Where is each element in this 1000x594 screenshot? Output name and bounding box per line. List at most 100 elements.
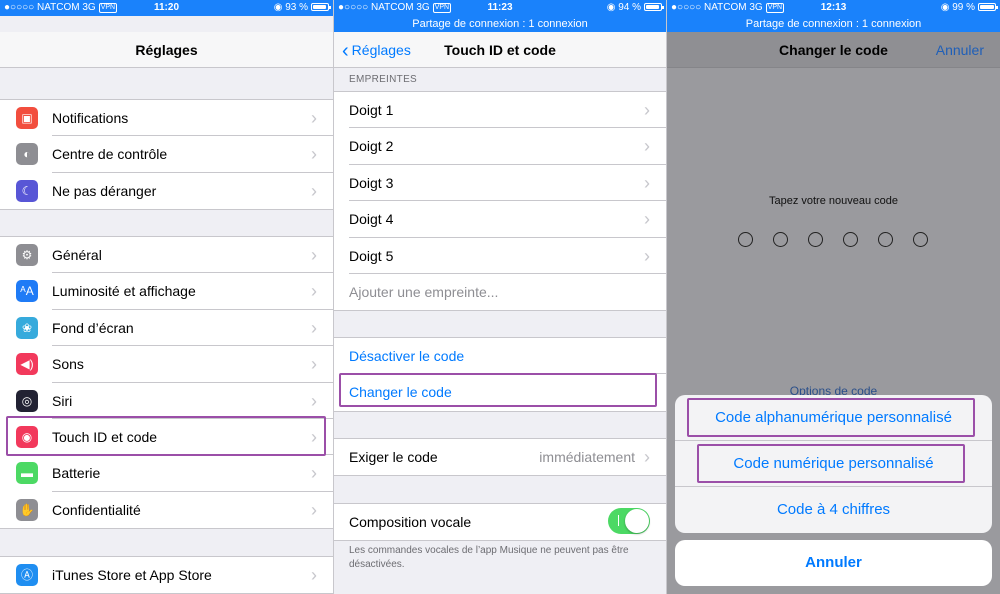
voice-dial-footnote: Les commandes vocales de l’app Musique n…: [349, 545, 629, 570]
settings-item-ne-pas-deranger[interactable]: ☾ Ne pas déranger ›: [0, 173, 333, 209]
sheet-option-label: Code à 4 chiffres: [776, 501, 891, 518]
fingerprint-label: Doigt 5: [349, 247, 394, 264]
passcode-dots: [738, 232, 928, 248]
battery-percent: 93 %: [285, 2, 308, 13]
fingerprint-item[interactable]: Doigt 1 ›: [334, 92, 666, 129]
notifications-icon: ▣: [16, 107, 38, 129]
chevron-right-icon: ›: [311, 108, 317, 128]
chevron-right-icon: ›: [311, 354, 317, 375]
passcode-dot: [878, 232, 893, 247]
hotspot-banner[interactable]: Partage de connexion : 1 connexion: [667, 16, 1000, 32]
settings-item-centre-de-controle[interactable]: ◐ Centre de contrôle ›: [0, 136, 333, 173]
navigation-bar: Réglages: [0, 32, 333, 68]
touch-id-panel: ●○○○○ NATCOM 3G VPN 11:23 ◉ 94 % Partage …: [334, 0, 666, 594]
settings-item-luminosite-et-affichage[interactable]: ᴬA Luminosité et affichage ›: [0, 273, 333, 310]
sheet-option-code-a-4-chiffres[interactable]: Code à 4 chiffres: [675, 487, 992, 533]
speaker-icon: ◀): [16, 353, 38, 376]
settings-item-itunes-store-et-app-store[interactable]: ⒶiTunes Store et App Store ›: [0, 557, 333, 593]
settings-item-general[interactable]: ⚙ Général ›: [0, 237, 333, 274]
voice-dial-row: Composition vocale: [334, 504, 666, 540]
chevron-right-icon: ›: [311, 426, 317, 447]
passcode-dot: [738, 232, 753, 247]
status-bar: ●○○○○ NATCOM 3G VPN 11:23 ◉ 94 % Partage …: [334, 0, 666, 32]
chevron-right-icon: ›: [311, 144, 317, 165]
disable-code-button[interactable]: Désactiver le code: [334, 338, 666, 375]
hand-icon: ✋: [16, 498, 38, 521]
battery-icon: [644, 3, 664, 11]
wallpaper-icon: ❀: [16, 316, 38, 339]
voice-dial-toggle[interactable]: [608, 508, 650, 534]
fingerprint-label: Doigt 2: [349, 138, 394, 155]
chevron-right-icon: ›: [311, 180, 317, 201]
alarm-icon: ◉: [940, 2, 950, 13]
settings-item-label: Notifications: [52, 110, 129, 126]
fingerprints-group: Doigt 1 › Doigt 2 › Doigt 3 › Doigt 4 › Doigt 5 ›…: [334, 91, 666, 312]
settings-group-stores: ⒶiTunes Store et App Store ›: [0, 556, 333, 594]
change-code-button[interactable]: Changer le code: [334, 374, 666, 410]
app-store-icon: Ⓐ: [16, 564, 38, 586]
fingerprint-icon: ◉: [16, 425, 38, 448]
chevron-right-icon: ›: [644, 245, 650, 266]
passcode-dot: [773, 232, 788, 247]
settings-item-batterie[interactable]: ▬ Batterie ›: [0, 455, 333, 492]
voice-dial-label: Composition vocale: [349, 514, 472, 530]
chevron-right-icon: ›: [644, 172, 650, 193]
chevron-right-icon: ›: [311, 281, 317, 302]
control-center-icon: ◐: [16, 143, 38, 166]
settings-item-label: Ne pas déranger: [52, 182, 157, 199]
settings-item-label: Général: [52, 247, 102, 263]
cancel-nav-button[interactable]: Annuler: [936, 32, 984, 68]
sheet-option-code-numerique-personnalise[interactable]: Code numérique personnalisé: [675, 441, 992, 487]
settings-panel: ●○○○○ NATCOM 3G VPN 11:20 ◉ 93 % Réglages…: [0, 0, 333, 594]
settings-item-siri[interactable]: ◎ Siri ›: [0, 383, 333, 419]
require-code-row[interactable]: Exiger le code immédiatement ›: [334, 439, 666, 475]
gear-icon: ⚙: [16, 244, 38, 266]
battery-icon: [978, 3, 998, 11]
chevron-right-icon: ›: [311, 390, 317, 411]
sheet-option-label: Code alphanumérique personnalisé: [715, 409, 952, 426]
settings-item-label: Centre de contrôle: [52, 146, 168, 163]
navigation-bar: ‹ Réglages Touch ID et code: [334, 32, 666, 68]
chevron-right-icon: ›: [644, 100, 650, 120]
chevron-right-icon: ›: [311, 245, 317, 265]
fingerprint-item[interactable]: Doigt 3 ›: [334, 165, 666, 202]
page-title: Réglages: [135, 42, 198, 58]
chevron-right-icon: ›: [311, 463, 317, 484]
settings-item-sons[interactable]: ◀) Sons ›: [0, 346, 333, 383]
settings-item-fond-d-ecran[interactable]: ❀ Fond d’écran ›: [0, 310, 333, 347]
status-bar: ●○○○○ NATCOM 3G VPN 11:20 ◉ 93 %: [0, 0, 333, 16]
require-code-label: Exiger le code: [349, 449, 438, 465]
disable-code-label: Désactiver le code: [349, 348, 465, 364]
require-code-value: immédiatement: [539, 449, 635, 465]
action-sheet-cancel-button[interactable]: Annuler: [675, 540, 992, 586]
fingerprint-item[interactable]: Doigt 4 ›: [334, 201, 666, 238]
fingerprint-item[interactable]: Doigt 2 ›: [334, 128, 666, 165]
fingerprint-item[interactable]: Doigt 5 ›: [334, 238, 666, 274]
battery-icon: [311, 3, 331, 11]
sheet-option-code-alphanumerique-personnalise[interactable]: Code alphanumérique personnalisé: [675, 395, 992, 441]
settings-item-touch-id-et-code[interactable]: ◉ Touch ID et code ›: [0, 419, 333, 456]
change-code-label: Changer le code: [349, 384, 452, 401]
settings-item-label: Sons: [52, 356, 84, 373]
settings-item-notifications[interactable]: ▣ Notifications ›: [0, 100, 333, 137]
settings-group-general: ⚙ Général › ᴬA Luminosité et affichage › ❀ Fond…: [0, 236, 333, 530]
passcode-dot: [913, 232, 928, 247]
require-code-group: Exiger le code immédiatement ›: [334, 438, 666, 477]
code-group: Désactiver le code Changer le code: [334, 337, 666, 412]
chevron-right-icon: ›: [311, 499, 317, 520]
settings-item-label: Fond d’écran: [52, 319, 134, 336]
settings-item-label: Siri: [52, 392, 73, 409]
action-sheet: Code alphanumérique personnalisé Code num…: [675, 395, 992, 533]
settings-item-label: iTunes Store et App Store: [52, 567, 212, 583]
hotspot-banner[interactable]: Partage de connexion : 1 connexion: [334, 16, 666, 32]
settings-item-label: Luminosité et affichage: [52, 283, 196, 300]
settings-group-notifications: ▣ Notifications › ◐ Centre de contrôle › ☾ Ne p…: [0, 99, 333, 211]
change-code-panel: ●○○○○ NATCOM 3G VPN 12:13 ◉ 99 % Partage …: [667, 0, 1000, 594]
add-fingerprint-button[interactable]: Ajouter une empreinte...: [334, 274, 666, 310]
settings-item-label: Touch ID et code: [52, 428, 158, 445]
settings-item-label: Confidentialité: [52, 501, 141, 518]
battery-icon: ▬: [16, 462, 38, 485]
battery-percent: 94 %: [618, 2, 641, 13]
chevron-right-icon: ›: [644, 136, 650, 157]
settings-item-confidentialite[interactable]: ✋ Confidentialité ›: [0, 492, 333, 528]
